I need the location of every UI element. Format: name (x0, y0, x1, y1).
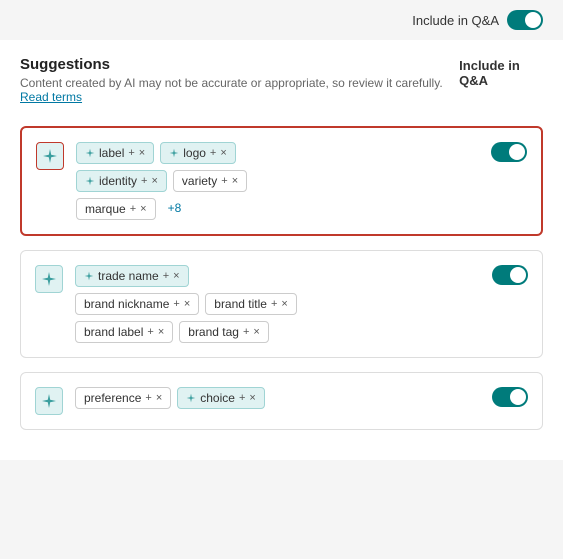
card-1-toggle[interactable] (491, 142, 527, 167)
card-1-row-2: identity + × variety + × (76, 170, 479, 192)
sparkle-icon-3 (41, 393, 57, 409)
tag-ai-icon (169, 148, 179, 158)
card-3-tags-area: preference + × choice + × (75, 387, 480, 409)
sparkle-icon-2 (41, 271, 57, 287)
tag-identity-x[interactable]: × (151, 175, 157, 187)
header-row: Suggestions Content created by AI may no… (20, 56, 543, 112)
tag-preference: preference + × (75, 387, 171, 409)
card-1-tags-area: label + × logo + × i (76, 142, 479, 220)
suggestion-card-2: trade name + × brand nickname + × brand … (20, 250, 543, 358)
tag-marque: marque + × (76, 198, 156, 220)
card-2-row-1: trade name + × (75, 265, 480, 287)
tag-brand-nickname-text: brand nickname (84, 297, 169, 311)
toggle-track (507, 10, 543, 30)
tag-logo-plus[interactable]: + (210, 147, 216, 159)
read-terms-link[interactable]: Read terms (20, 90, 82, 104)
top-bar-toggle-label: Include in Q&A (412, 13, 499, 28)
tag-ai-icon (84, 271, 94, 281)
tag-identity: identity + × (76, 170, 167, 192)
tag-brand-label-text: brand label (84, 325, 143, 339)
suggestions-subtitle: Content created by AI may not be accurat… (20, 76, 459, 104)
card-2-row-3: brand label + × brand tag + × (75, 321, 480, 343)
tag-identity-text: identity (99, 174, 137, 188)
card-lead-icon-3 (35, 387, 63, 415)
tag-label-plus[interactable]: + (128, 147, 134, 159)
tag-logo-x[interactable]: × (220, 147, 226, 159)
card-2-toggle[interactable] (492, 265, 528, 290)
tag-brand-tag-plus[interactable]: + (243, 326, 249, 338)
tag-brand-title-x[interactable]: × (281, 298, 287, 310)
tag-more-count[interactable]: +8 (162, 198, 188, 220)
card-3-toggle[interactable] (492, 387, 528, 412)
tag-brand-title-plus[interactable]: + (271, 298, 277, 310)
suggestions-title: Suggestions (20, 56, 459, 73)
tag-ai-icon (186, 393, 196, 403)
top-bar-toggle[interactable] (507, 10, 543, 30)
tag-ai-icon (85, 148, 95, 158)
suggestion-card-3: preference + × choice + × (20, 372, 543, 430)
tag-trade-name: trade name + × (75, 265, 189, 287)
tag-brand-label-plus[interactable]: + (147, 326, 153, 338)
top-bar: Include in Q&A (0, 0, 563, 40)
tag-trade-name-x[interactable]: × (173, 270, 179, 282)
tag-preference-plus[interactable]: + (145, 392, 151, 404)
tag-brand-tag: brand tag + × (179, 321, 269, 343)
tag-brand-tag-text: brand tag (188, 325, 239, 339)
card-1-row-3: marque + × +8 (76, 198, 479, 220)
tag-label: label + × (76, 142, 154, 164)
card-2-tags-area: trade name + × brand nickname + × brand … (75, 265, 480, 343)
tag-choice: choice + × (177, 387, 265, 409)
main-content: Suggestions Content created by AI may no… (0, 40, 563, 460)
suggestions-subtitle-text: Content created by AI may not be accurat… (20, 76, 443, 90)
suggestion-card-1: label + × logo + × i (20, 126, 543, 236)
tag-variety-x[interactable]: × (232, 175, 238, 187)
tag-ai-icon (85, 176, 95, 186)
tag-label-text: label (99, 146, 124, 160)
tag-choice-plus[interactable]: + (239, 392, 245, 404)
toggle-thumb (525, 12, 541, 28)
tag-trade-name-text: trade name (98, 269, 159, 283)
tag-brand-label: brand label + × (75, 321, 173, 343)
tag-brand-nickname-x[interactable]: × (184, 298, 190, 310)
tag-label-x[interactable]: × (139, 147, 145, 159)
tag-preference-x[interactable]: × (156, 392, 162, 404)
tag-brand-title-text: brand title (214, 297, 267, 311)
sparkle-icon (42, 148, 58, 164)
suggestions-header: Suggestions Content created by AI may no… (20, 56, 459, 104)
tag-marque-x[interactable]: × (140, 203, 146, 215)
tag-choice-text: choice (200, 391, 235, 405)
tag-brand-label-x[interactable]: × (158, 326, 164, 338)
tag-logo: logo + × (160, 142, 236, 164)
card-2-row-2: brand nickname + × brand title + × (75, 293, 480, 315)
tag-trade-name-plus[interactable]: + (163, 270, 169, 282)
tag-choice-x[interactable]: × (249, 392, 255, 404)
tag-brand-tag-x[interactable]: × (253, 326, 259, 338)
tag-brand-nickname: brand nickname + × (75, 293, 199, 315)
card-lead-icon-1 (36, 142, 64, 170)
tag-variety-plus[interactable]: + (221, 175, 227, 187)
tag-brand-title: brand title + × (205, 293, 297, 315)
tag-identity-plus[interactable]: + (141, 175, 147, 187)
tag-variety-text: variety (182, 174, 217, 188)
tag-preference-text: preference (84, 391, 141, 405)
card-3-row-1: preference + × choice + × (75, 387, 480, 409)
tag-logo-text: logo (183, 146, 206, 160)
tag-brand-nickname-plus[interactable]: + (173, 298, 179, 310)
card-1-row-1: label + × logo + × (76, 142, 479, 164)
tag-marque-plus[interactable]: + (130, 203, 136, 215)
column-header-label: Include in Q&A (459, 56, 543, 88)
tag-variety: variety + × (173, 170, 247, 192)
tag-marque-text: marque (85, 202, 126, 216)
card-lead-icon-2 (35, 265, 63, 293)
